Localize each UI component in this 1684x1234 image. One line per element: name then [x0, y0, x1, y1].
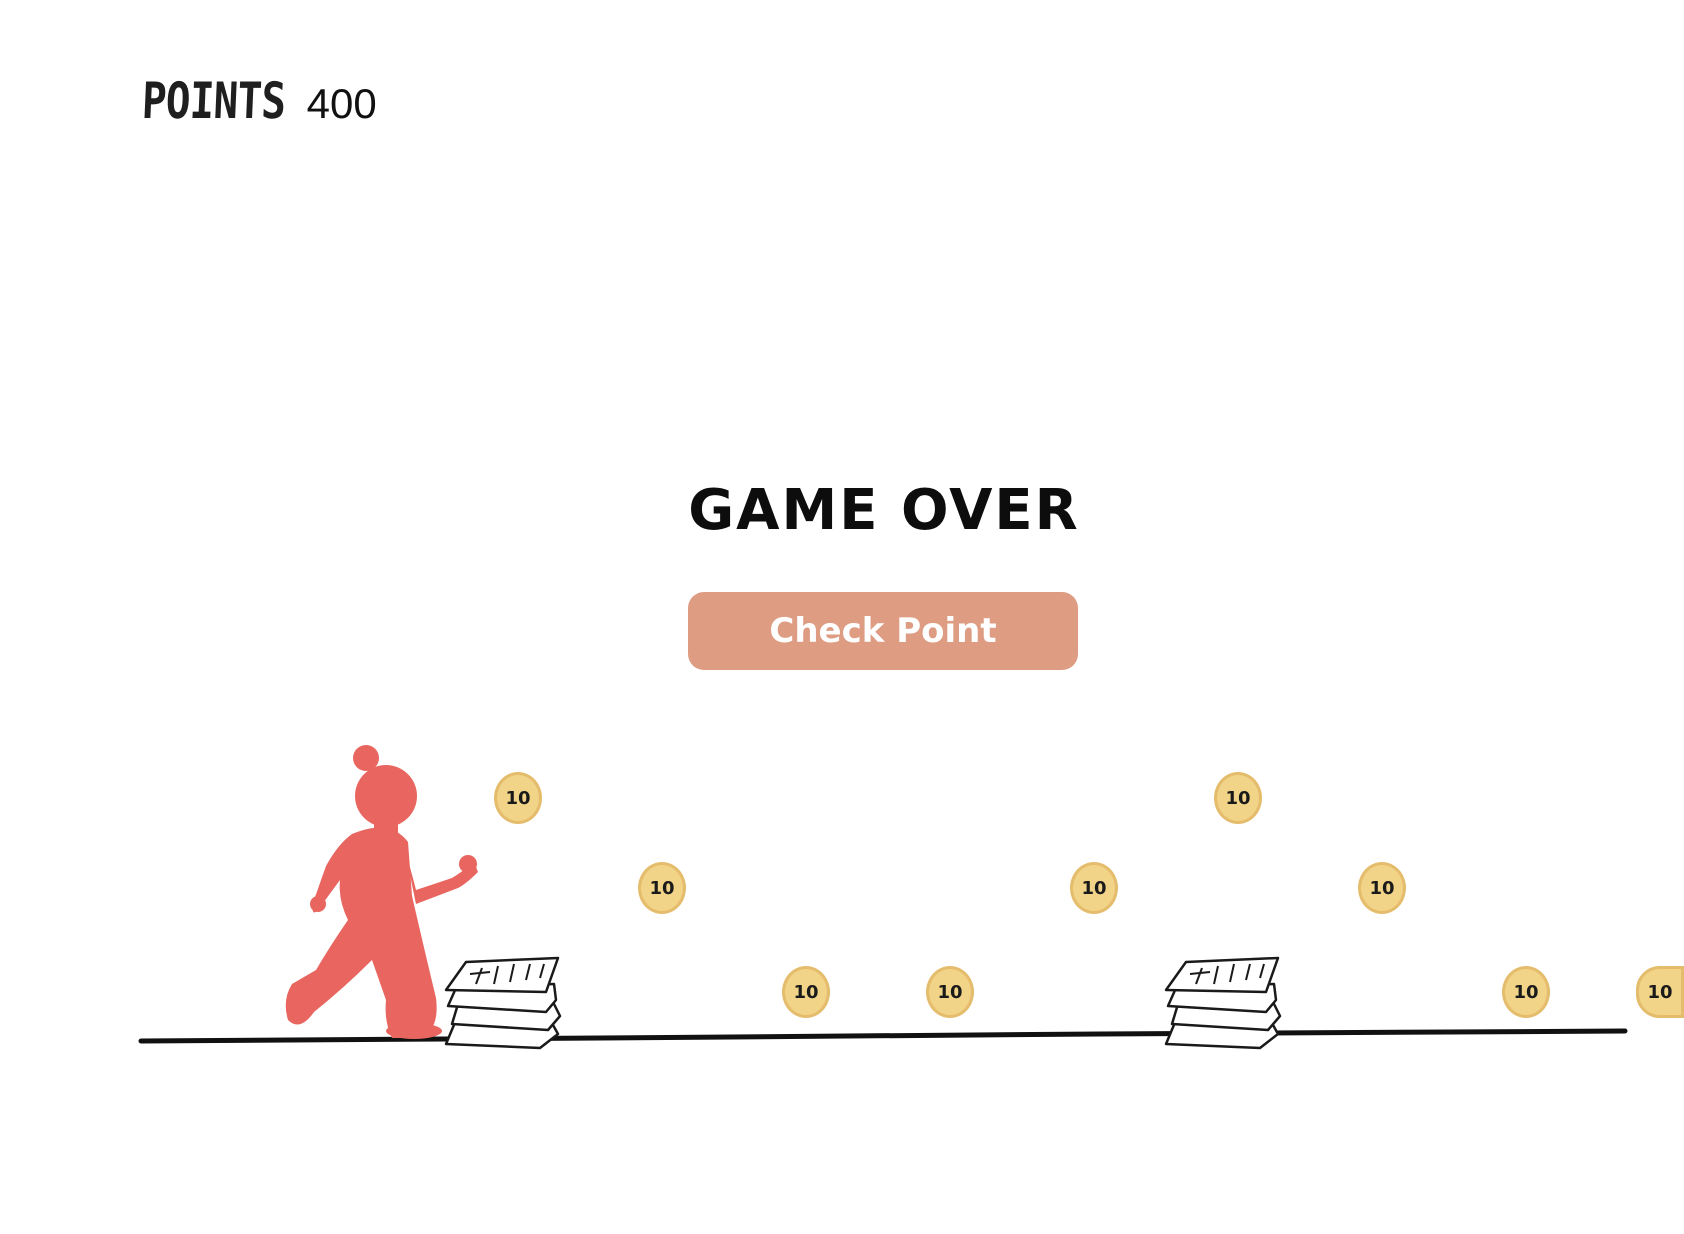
- coin-icon: 10: [1636, 966, 1684, 1018]
- coin-icon: 10: [494, 772, 542, 824]
- coin-icon: 10: [782, 966, 830, 1018]
- checkpoint-button[interactable]: Check Point: [688, 592, 1078, 670]
- points-label: POINTS: [140, 72, 287, 130]
- paper-stack-icon: [1164, 956, 1282, 1050]
- paper-stack-icon: [444, 956, 562, 1050]
- coin-icon: 10: [638, 862, 686, 914]
- game-over-title: GAME OVER: [688, 478, 1080, 543]
- coin-icon: 10: [926, 966, 974, 1018]
- running-person-icon: [285, 745, 478, 1039]
- coin-icon: 10: [1358, 862, 1406, 914]
- coin-icon: 10: [1070, 862, 1118, 914]
- score-display: POINTS 400: [140, 72, 377, 130]
- coin-icon: 10: [1502, 966, 1550, 1018]
- ground-line: [138, 1028, 1628, 1044]
- coin-icon: 10: [1214, 772, 1262, 824]
- points-value: 400: [306, 80, 377, 127]
